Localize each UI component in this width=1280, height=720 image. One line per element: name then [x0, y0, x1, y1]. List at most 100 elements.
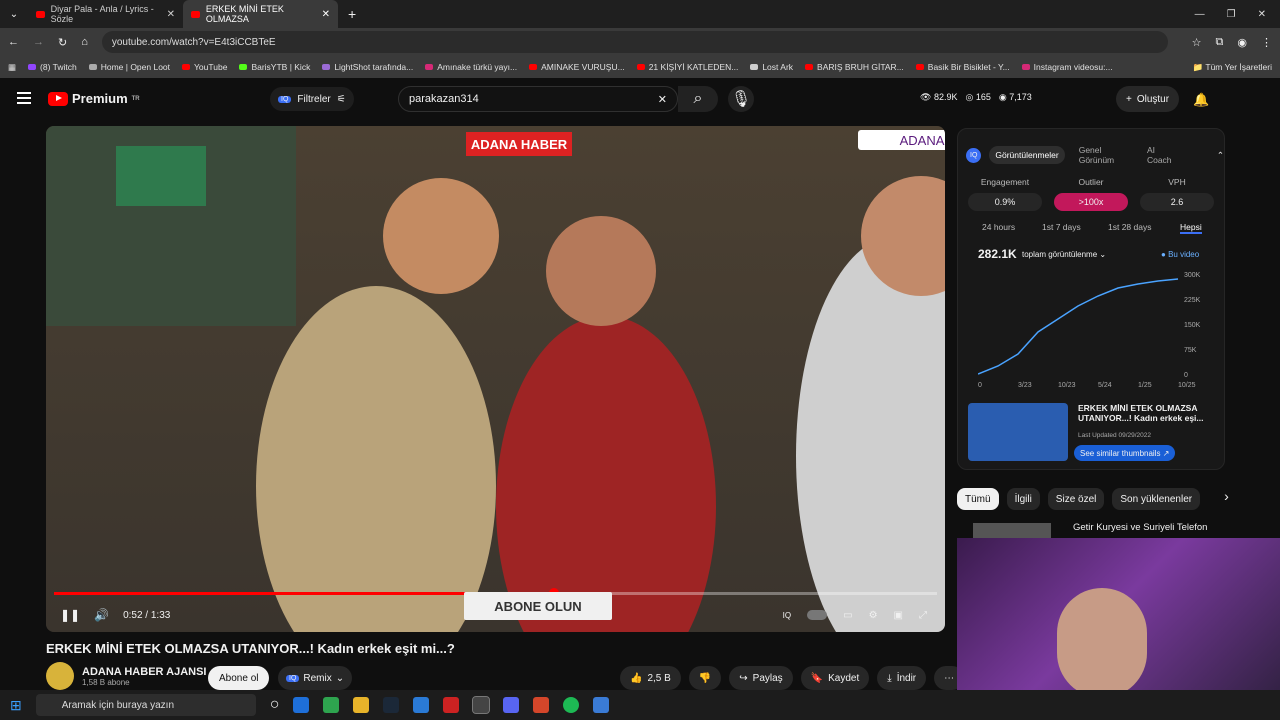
menu-icon[interactable]: ⋮	[1261, 36, 1272, 49]
collapse-icon[interactable]: ⌃	[1217, 150, 1224, 161]
browser-tab-1[interactable]: Diyar Pala - Anla / Lyrics - Sözle ✕	[28, 0, 183, 28]
menu-icon[interactable]	[17, 92, 31, 104]
close-window-button[interactable]: ✕	[1258, 9, 1266, 20]
tab-list-icon[interactable]: ⌄	[0, 9, 28, 20]
chrome-icon[interactable]	[323, 697, 340, 713]
x-tick-label: 10/25	[1178, 382, 1196, 389]
autoplay-toggle[interactable]	[807, 610, 828, 620]
app-icon[interactable]	[533, 697, 550, 713]
dislike-button[interactable]: 👎	[688, 666, 722, 690]
tab-views[interactable]: Görüntülenmeler	[989, 146, 1065, 164]
bookmark-kick[interactable]: BarisYTB | Kick	[239, 62, 310, 72]
video-player[interactable]: ADANA HABER ADANA ABONE OLUN ❚❚ 🔊 0:52 /…	[46, 126, 945, 632]
bookmark-lightshot[interactable]: LightShot tarafında...	[322, 62, 413, 72]
chrome-active-icon[interactable]	[472, 696, 491, 714]
forward-icon[interactable]: →	[33, 36, 44, 48]
chip-for-you[interactable]: Size özel	[1047, 488, 1105, 510]
bell-icon[interactable]: 🔔	[1193, 92, 1209, 108]
new-tab-button[interactable]: +	[338, 6, 356, 22]
range-24h[interactable]: 24 hours	[982, 222, 1015, 232]
bookmark-star-icon[interactable]: ☆	[1192, 36, 1202, 49]
url-field[interactable]: youtube.com/watch?v=E4t3iCCBTeE	[101, 31, 1168, 53]
app-icon[interactable]	[443, 697, 460, 713]
spotify-icon[interactable]	[563, 697, 580, 713]
folder-icon[interactable]	[353, 697, 370, 713]
channel-avatar[interactable]	[46, 662, 74, 690]
bookmark-openloot[interactable]: Home | Open Loot	[88, 62, 170, 72]
range-28d[interactable]: 1st 28 days	[1108, 222, 1151, 232]
x-tick-label: 1/25	[1138, 382, 1152, 389]
see-similar-button[interactable]: See similar thumbnails ↗	[1074, 445, 1176, 461]
chip-recent[interactable]: Son yüklenenler	[1112, 488, 1201, 510]
chevron-right-icon[interactable]: ›	[1224, 488, 1229, 510]
range-all[interactable]: Hepsi	[1180, 222, 1202, 234]
calculator-icon[interactable]	[593, 697, 610, 713]
channel-logo-overlay: ADANA HABER	[466, 132, 572, 156]
bookmark-youtube-2[interactable]: AMINAKE VURUŞU...	[529, 62, 625, 72]
filters-button[interactable]: IQ Filtreler ⚟	[270, 87, 354, 111]
browser-tab-bar: ⌄ Diyar Pala - Anla / Lyrics - Sözle ✕ ER…	[0, 0, 1280, 28]
steam-icon[interactable]	[383, 697, 400, 713]
minimize-button[interactable]: —	[1195, 9, 1205, 20]
watchers-stat: ◉ 7,173	[998, 92, 1032, 102]
bookmark-lostark[interactable]: Lost Ark	[750, 62, 793, 72]
download-button[interactable]: ⤓ İndir	[877, 666, 927, 690]
fullscreen-icon[interactable]: ⤢	[919, 610, 927, 621]
profile-icon[interactable]: ◉	[1237, 36, 1247, 49]
restore-button[interactable]: ❐	[1227, 9, 1236, 20]
close-icon[interactable]: ✕	[322, 9, 330, 20]
tab-ai-coach[interactable]: AI Coach	[1141, 141, 1181, 169]
captions-icon[interactable]: ▭	[843, 610, 852, 621]
bookmark-twitch[interactable]: (8) Twitch	[28, 62, 77, 72]
pause-icon[interactable]: ❚❚	[60, 608, 80, 622]
bookmark-youtube-3[interactable]: 21 KİŞİYİ KATLEDEN...	[636, 62, 738, 72]
all-bookmarks[interactable]: 📁 Tüm Yer İşaretleri	[1193, 62, 1272, 73]
iq-icon: IQ	[966, 147, 982, 163]
reload-icon[interactable]: ↻	[58, 36, 67, 49]
close-icon[interactable]: ✕	[167, 9, 175, 20]
like-button[interactable]: 👍 2,5 B	[620, 666, 681, 690]
search-button[interactable]: ⌕	[678, 86, 718, 112]
back-icon[interactable]: ←	[8, 36, 19, 48]
theater-icon[interactable]: ▣	[894, 610, 903, 621]
bookmark-instagram-2[interactable]: Instagram videosu:...	[1021, 62, 1113, 72]
next-video-thumbnail[interactable]	[973, 523, 1051, 539]
video-thumbnail[interactable]	[968, 403, 1068, 461]
voice-search-button[interactable]: 🎙	[728, 86, 754, 112]
next-video-title[interactable]: Getir Kuryesi ve Suriyeli Telefon	[1073, 522, 1207, 533]
home-icon[interactable]: ⌂	[81, 36, 88, 48]
subscribe-button[interactable]: Abone ol	[208, 666, 270, 690]
youtube-logo[interactable]: Premium TR	[48, 91, 140, 106]
settings-icon[interactable]: ⚙	[869, 610, 878, 621]
bookmark-youtube-5[interactable]: Basik Bir Bisiklet - Y...	[915, 62, 1010, 72]
range-7d[interactable]: 1st 7 days	[1042, 222, 1081, 232]
x-tick-label: 0	[978, 382, 982, 389]
search-input[interactable]: parakazan314 ✕	[398, 86, 678, 112]
apps-icon[interactable]: ▦	[8, 62, 16, 73]
taskbar-search[interactable]: Aramak için buraya yazın	[35, 694, 256, 716]
discord-icon[interactable]	[503, 697, 520, 713]
save-button[interactable]: 🔖 Kaydet	[800, 666, 870, 690]
clear-icon[interactable]: ✕	[658, 93, 667, 106]
bookmark-instagram-1[interactable]: Amınake türkü yayı...	[425, 62, 517, 72]
create-button[interactable]: + Oluştur	[1116, 86, 1180, 112]
task-view-icon[interactable]: ○	[270, 696, 280, 714]
remix-button[interactable]: IQ Remix ⌄	[278, 666, 353, 690]
metric-select[interactable]: toplam görüntülenme ⌄	[1022, 250, 1106, 259]
bookmark-youtube-4[interactable]: BARIŞ BRUH GİTAR...	[805, 62, 904, 72]
tab-overview[interactable]: Genel Görünüm	[1073, 141, 1133, 169]
share-button[interactable]: ↪ Paylaş	[729, 666, 793, 690]
extensions-icon[interactable]: ⧉	[1216, 36, 1224, 49]
app-icon[interactable]	[293, 697, 310, 713]
browser-tab-2[interactable]: ERKEK MİNİ ETEK OLMAZSA ✕	[183, 0, 338, 28]
bookmark-youtube[interactable]: YouTube	[182, 62, 227, 72]
windows-start-icon[interactable]: ⊞	[10, 697, 22, 714]
chip-related[interactable]: İlgili	[1006, 488, 1040, 510]
iq-icon[interactable]: IQ	[783, 611, 791, 620]
video-frame	[46, 126, 945, 632]
channel-name[interactable]: ADANA HABER AJANSI	[82, 666, 206, 678]
chip-all[interactable]: Tümü	[957, 488, 999, 510]
download-label: İndir	[896, 672, 917, 684]
volume-icon[interactable]: 🔊	[94, 608, 109, 622]
app-icon[interactable]	[413, 697, 430, 713]
